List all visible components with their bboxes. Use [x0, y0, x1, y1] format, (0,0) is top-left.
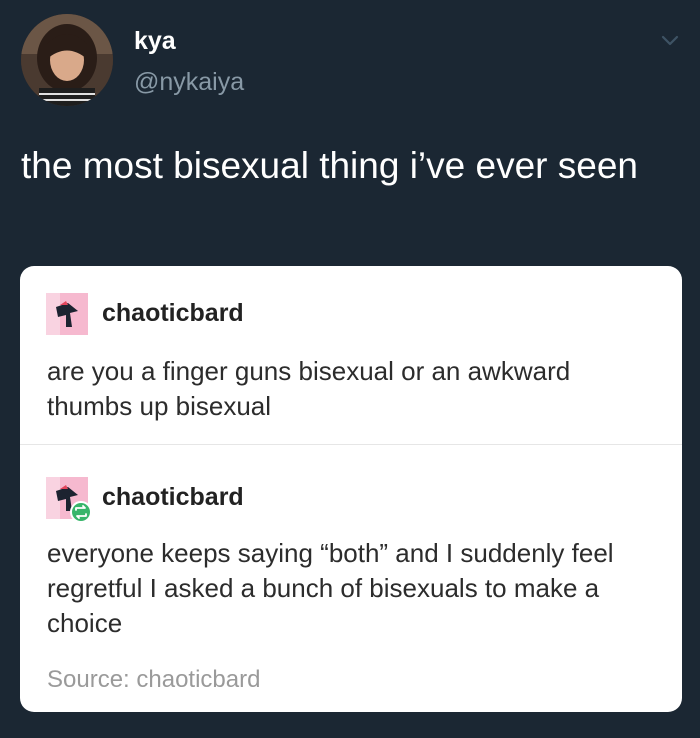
- post-username[interactable]: chaoticbard: [102, 297, 244, 329]
- post-body: are you a finger guns bisexual or an awk…: [47, 356, 571, 421]
- post-source[interactable]: Source: chaoticbard: [47, 665, 260, 695]
- post-username[interactable]: chaoticbard: [102, 481, 244, 513]
- post-user-row: chaoticbard: [46, 477, 446, 523]
- tumblr-post: chaoticbard are you a finger guns bisexu…: [20, 266, 682, 445]
- tumblr-screenshot-card: chaoticbard are you a finger guns bisexu…: [20, 266, 682, 712]
- post-body: everyone keeps saying “both” and I sudde…: [47, 538, 614, 638]
- tumblr-reblog-post: chaoticbard everyone keeps saying “both”…: [20, 445, 682, 712]
- tumblr-avatar[interactable]: [46, 293, 88, 335]
- chevron-down-icon[interactable]: [660, 30, 680, 50]
- profile-avatar[interactable]: [21, 14, 113, 106]
- tweet-header: kya @nykaiya: [0, 0, 700, 120]
- post-user-row: chaoticbard: [46, 293, 446, 337]
- reblog-icon: [70, 501, 92, 523]
- tweet-text: the most bisexual thing i’ve ever seen: [21, 145, 639, 186]
- avatar-photo: [21, 14, 113, 106]
- display-name[interactable]: kya: [134, 26, 176, 56]
- user-handle[interactable]: @nykaiya: [134, 67, 244, 97]
